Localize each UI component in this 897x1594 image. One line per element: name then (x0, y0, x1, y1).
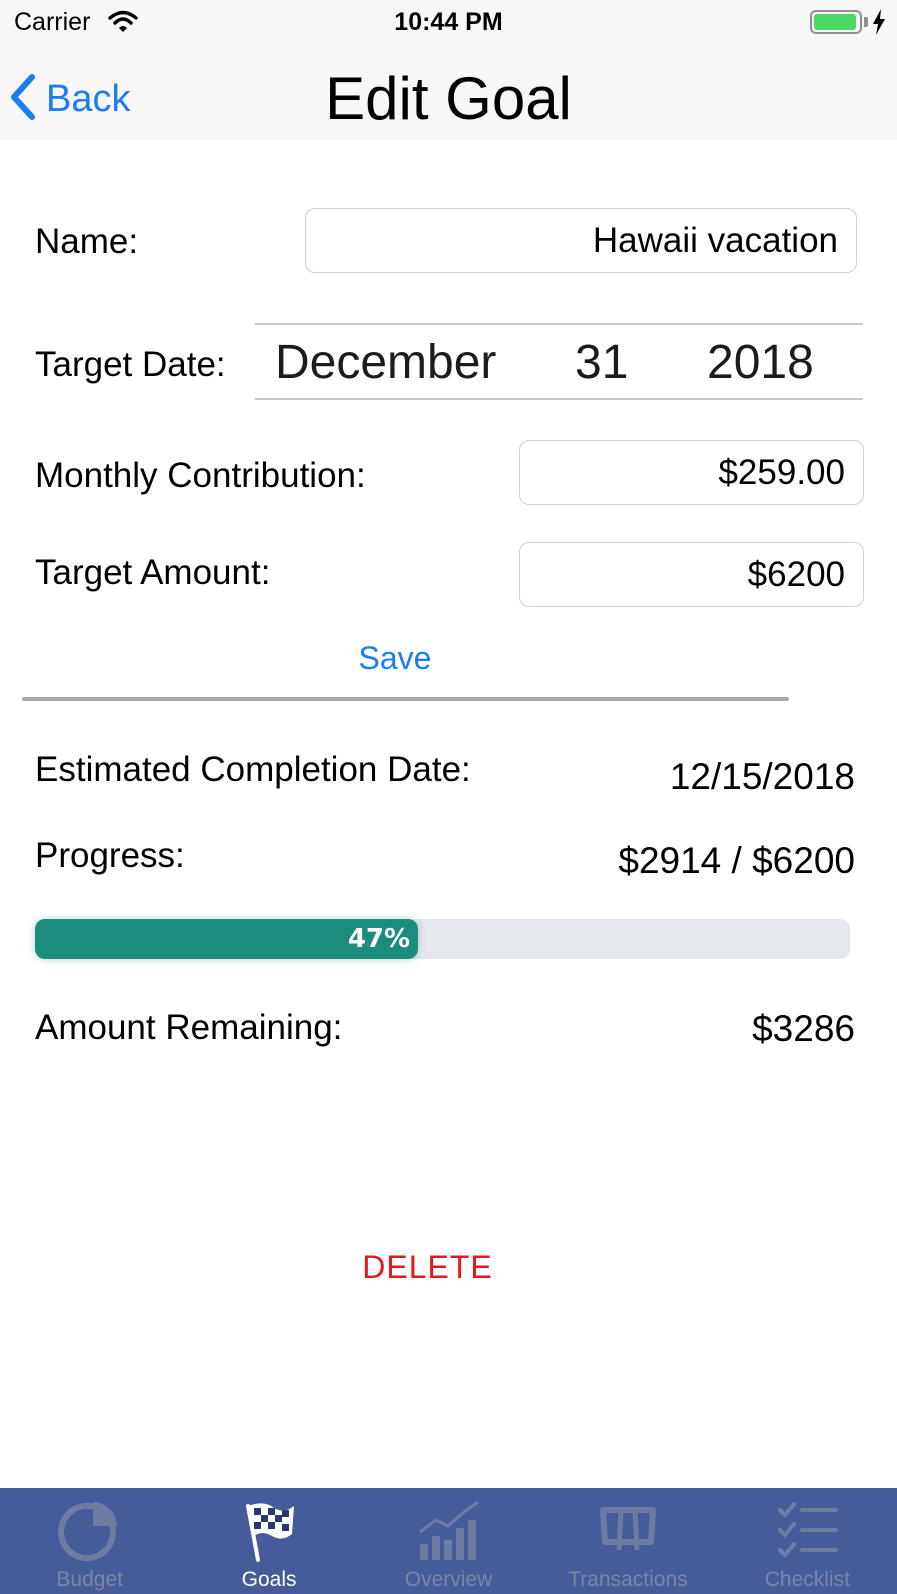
target-date-picker[interactable]: December 31 2018 (255, 323, 863, 400)
target-amount-label: Target Amount: (35, 553, 271, 592)
battery-icon (810, 10, 862, 34)
progress-label: Progress: (35, 836, 185, 875)
target-amount-value: $6200 (747, 554, 845, 594)
status-bar: Carrier 10:44 PM (0, 0, 897, 44)
tab-label-goals: Goals (241, 1568, 297, 1591)
tab-overview[interactable]: Overview (359, 1488, 538, 1594)
tab-label-overview: Overview (404, 1568, 493, 1591)
name-label: Name: (35, 222, 139, 261)
charging-icon (872, 9, 886, 40)
target-amount-field[interactable]: $6200 (519, 542, 864, 607)
completion-date-value: 12/15/2018 (669, 756, 855, 797)
page-title: Edit Goal (325, 65, 572, 132)
battery-tip (864, 17, 868, 27)
divider (22, 697, 789, 701)
clock: 10:44 PM (394, 8, 503, 36)
progress-percent: 47% (347, 924, 411, 954)
tab-budget[interactable]: Budget (0, 1488, 179, 1594)
monthly-contribution-field[interactable]: $259.00 (519, 440, 864, 505)
target-date-label: Target Date: (35, 345, 226, 384)
save-button[interactable]: Save (0, 640, 790, 677)
battery-level (814, 14, 856, 30)
checkered-flag-icon (246, 1503, 295, 1562)
monthly-contribution-label: Monthly Contribution: (35, 456, 366, 495)
picker-day[interactable]: 31 (575, 335, 628, 390)
tab-checklist[interactable]: Checklist (718, 1488, 897, 1594)
delete-button[interactable]: DELETE (0, 1249, 855, 1286)
bar-chart-icon (418, 1500, 479, 1560)
picker-month[interactable]: December (275, 335, 496, 390)
tab-label-transactions: Transactions (568, 1568, 688, 1591)
amount-remaining-label: Amount Remaining: (35, 1008, 343, 1047)
completion-date-label: Estimated Completion Date: (35, 750, 471, 789)
name-value: Hawaii vacation (592, 220, 838, 260)
progress-bar: 47% (35, 919, 850, 959)
tab-goals[interactable]: Goals (179, 1488, 358, 1594)
tab-label-budget: Budget (56, 1568, 123, 1591)
tab-bar: Budget Goals Overview Transactions Check… (0, 1488, 897, 1594)
name-field[interactable]: Hawaii vacation (305, 208, 857, 273)
tab-transactions[interactable]: Transactions (538, 1488, 717, 1594)
pie-chart-icon (57, 1502, 117, 1561)
navigation-bar: Back Edit Goal (0, 44, 897, 140)
progress-fill: 47% (35, 919, 419, 959)
monthly-contribution-value: $259.00 (718, 452, 845, 492)
picker-year[interactable]: 2018 (707, 335, 814, 390)
tab-label-checklist: Checklist (764, 1568, 850, 1591)
amount-remaining-value: $3286 (752, 1008, 855, 1049)
progress-value: $2914 / $6200 (618, 840, 855, 881)
receipt-icon (599, 1507, 656, 1551)
checklist-icon (778, 1502, 839, 1558)
